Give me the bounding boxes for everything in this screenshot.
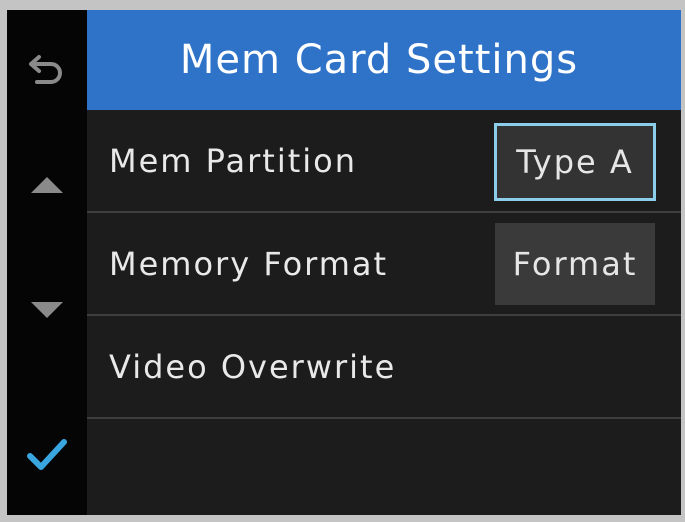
back-button[interactable] — [7, 30, 87, 110]
up-button[interactable] — [7, 150, 87, 220]
format-button[interactable]: Format — [495, 223, 655, 305]
menu-row-empty — [87, 419, 681, 515]
confirm-button[interactable] — [7, 420, 87, 490]
row-label: Video Overwrite — [109, 347, 397, 386]
header-bar: Mem Card Settings — [87, 10, 681, 110]
menu-row-memory-format[interactable]: Memory Format Format — [87, 213, 681, 316]
sidebar — [7, 10, 87, 515]
back-arrow-icon — [29, 55, 62, 84]
checkmark-icon — [27, 439, 67, 470]
page-title: Mem Card Settings — [179, 37, 579, 83]
triangle-up-icon — [31, 177, 63, 193]
mem-partition-value-button[interactable]: Type A — [494, 123, 656, 201]
menu-row-video-overwrite[interactable]: Video Overwrite — [87, 316, 681, 419]
triangle-down-icon — [31, 302, 63, 318]
row-label: Memory Format — [109, 244, 389, 283]
menu-row-mem-partition[interactable]: Mem Partition Type A — [87, 110, 681, 213]
camera-screen: Mem Card Settings Mem Partition Type A M… — [7, 10, 681, 515]
row-label: Mem Partition — [109, 141, 357, 180]
down-button[interactable] — [7, 275, 87, 345]
